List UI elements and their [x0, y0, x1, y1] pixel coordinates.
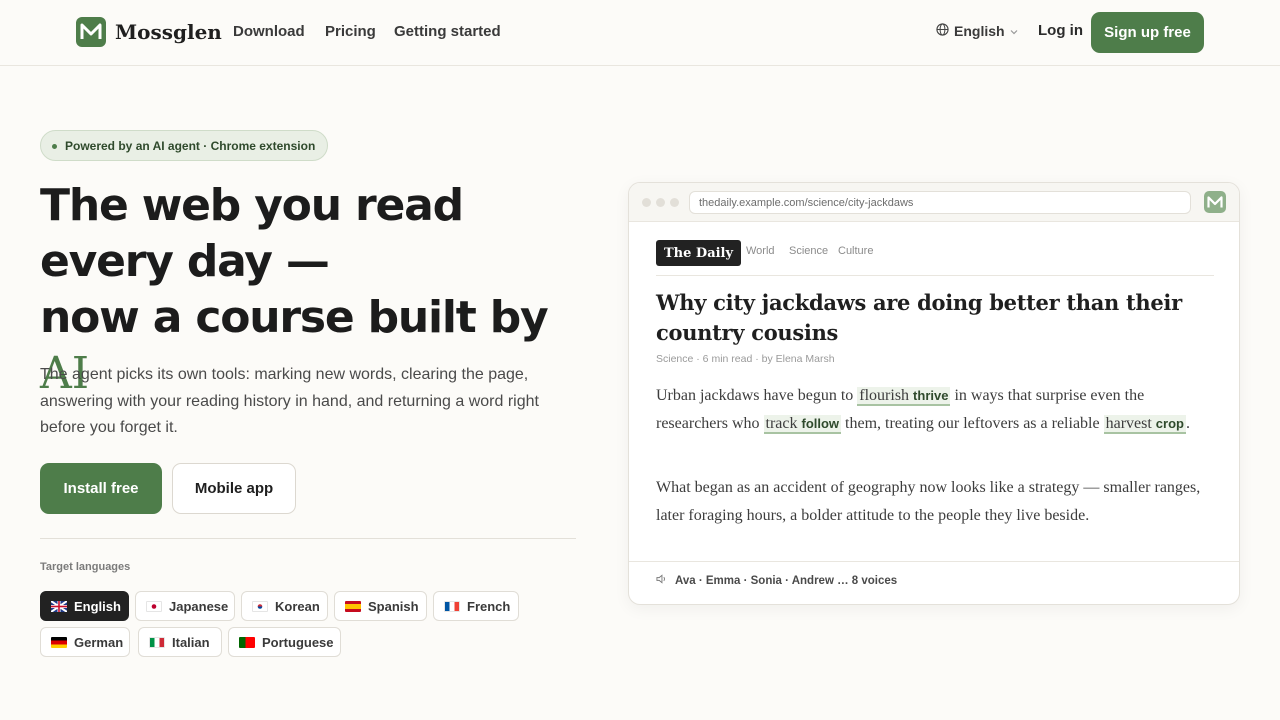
paragraph-text: Urban jackdaws have begun to [656, 387, 858, 404]
section-link-science[interactable]: Science [789, 245, 828, 257]
portugal-flag-icon [239, 636, 255, 648]
hero-subtitle: The agent picks its own tools: marking n… [40, 366, 539, 436]
language-selector[interactable]: English [936, 23, 1018, 39]
address-bar[interactable]: thedaily.example.com/science/city-jackda… [689, 191, 1191, 214]
language-chip-french[interactable]: French [433, 591, 519, 621]
gloss-word: thrive [913, 388, 949, 403]
gloss-word: follow [801, 416, 840, 431]
section-link-world[interactable]: World [746, 245, 775, 257]
nav-pricing-link[interactable]: Pricing [325, 23, 376, 40]
highlighted-word[interactable]: track follow [763, 415, 842, 434]
top-navigation: Mossglen Download Pricing Getting starte… [0, 0, 1280, 66]
voices-bar[interactable]: Ava · Emma · Sonia · Andrew … 8 voices [656, 574, 897, 587]
language-chip-english[interactable]: English [40, 591, 129, 621]
publication-masthead: The Daily [656, 240, 742, 266]
language-chip-label: German [74, 634, 124, 650]
nav-download-link[interactable]: Download [233, 23, 305, 40]
original-word: harvest [1105, 415, 1152, 432]
language-chip-spanish[interactable]: Spanish [334, 591, 427, 621]
language-chip-italian[interactable]: Italian [138, 627, 222, 657]
language-chip-portuguese[interactable]: Portuguese [228, 627, 341, 657]
speaker-icon [656, 574, 667, 587]
paragraph-text: . [1185, 415, 1190, 432]
headline-line-2: now a course built by [40, 292, 549, 343]
powered-by-badge: Powered by an AI agent · Chrome extensio… [40, 130, 329, 161]
france-flag-icon [444, 600, 460, 612]
browser-toolbar: thedaily.example.com/science/city-jackda… [629, 183, 1239, 222]
germany-flag-icon [51, 636, 67, 648]
browser-preview-card: thedaily.example.com/science/city-jackda… [628, 182, 1240, 605]
chevron-down-icon [1010, 23, 1018, 39]
korea-flag-icon [252, 600, 268, 612]
highlighted-word[interactable]: flourish thrive [857, 387, 951, 406]
masthead-divider [656, 275, 1214, 276]
article-byline: Science · 6 min read · by Elena Marsh [656, 353, 835, 365]
original-word: flourish [859, 387, 910, 404]
mobile-app-button[interactable]: Mobile app [172, 463, 296, 514]
language-chip-label: Italian [172, 634, 210, 650]
article-title: Why city jackdaws are doing better than … [656, 290, 1182, 345]
language-chip-korean[interactable]: Korean [241, 591, 328, 621]
article-paragraph-1: Urban jackdaws have begun to flourish th… [656, 382, 1206, 438]
language-chip-german[interactable]: German [40, 627, 130, 657]
section-link-culture[interactable]: Culture [838, 245, 873, 257]
extension-logo-icon[interactable] [1204, 191, 1226, 213]
status-dot-icon [52, 144, 57, 149]
uk-flag-icon [51, 600, 67, 612]
language-selector-label: English [954, 23, 1005, 39]
language-chip-label: Spanish [368, 598, 419, 614]
headline-line-1: The web you read every day — [40, 180, 464, 287]
install-free-button[interactable]: Install free [40, 463, 162, 514]
japan-flag-icon [146, 600, 162, 612]
target-languages-label: Target languages [40, 561, 131, 573]
brand-logo-icon[interactable] [76, 17, 106, 47]
language-chip-label: French [467, 598, 511, 614]
language-chip-label: Japanese [169, 598, 229, 614]
spain-flag-icon [345, 600, 361, 612]
window-dot-icon [670, 198, 679, 207]
language-chip-label: Korean [275, 598, 320, 614]
signup-button[interactable]: Sign up free [1091, 12, 1204, 53]
voices-list: Ava · Emma · Sonia · Andrew … 8 voices [675, 574, 898, 587]
section-divider [40, 538, 576, 539]
language-chip-label: English [74, 598, 121, 614]
gloss-word: crop [1155, 416, 1184, 431]
window-dot-icon [656, 198, 665, 207]
language-chip-japanese[interactable]: Japanese [135, 591, 235, 621]
badge-label: Powered by an AI agent · Chrome extensio… [65, 138, 316, 153]
login-link[interactable]: Log in [1038, 22, 1083, 39]
nav-getting-started-link[interactable]: Getting started [394, 23, 501, 40]
highlighted-word[interactable]: harvest crop [1103, 415, 1186, 434]
window-dot-icon [642, 198, 651, 207]
article-paragraph-2: What began as an accident of geography n… [656, 479, 1201, 524]
brand-name[interactable]: Mossglen [115, 20, 222, 44]
italy-flag-icon [149, 636, 165, 648]
paragraph-text: them, treating our leftovers as a reliab… [841, 415, 1104, 432]
globe-icon [936, 23, 949, 39]
voices-divider [629, 561, 1239, 562]
original-word: track [765, 415, 798, 432]
language-chip-label: Portuguese [262, 634, 334, 650]
